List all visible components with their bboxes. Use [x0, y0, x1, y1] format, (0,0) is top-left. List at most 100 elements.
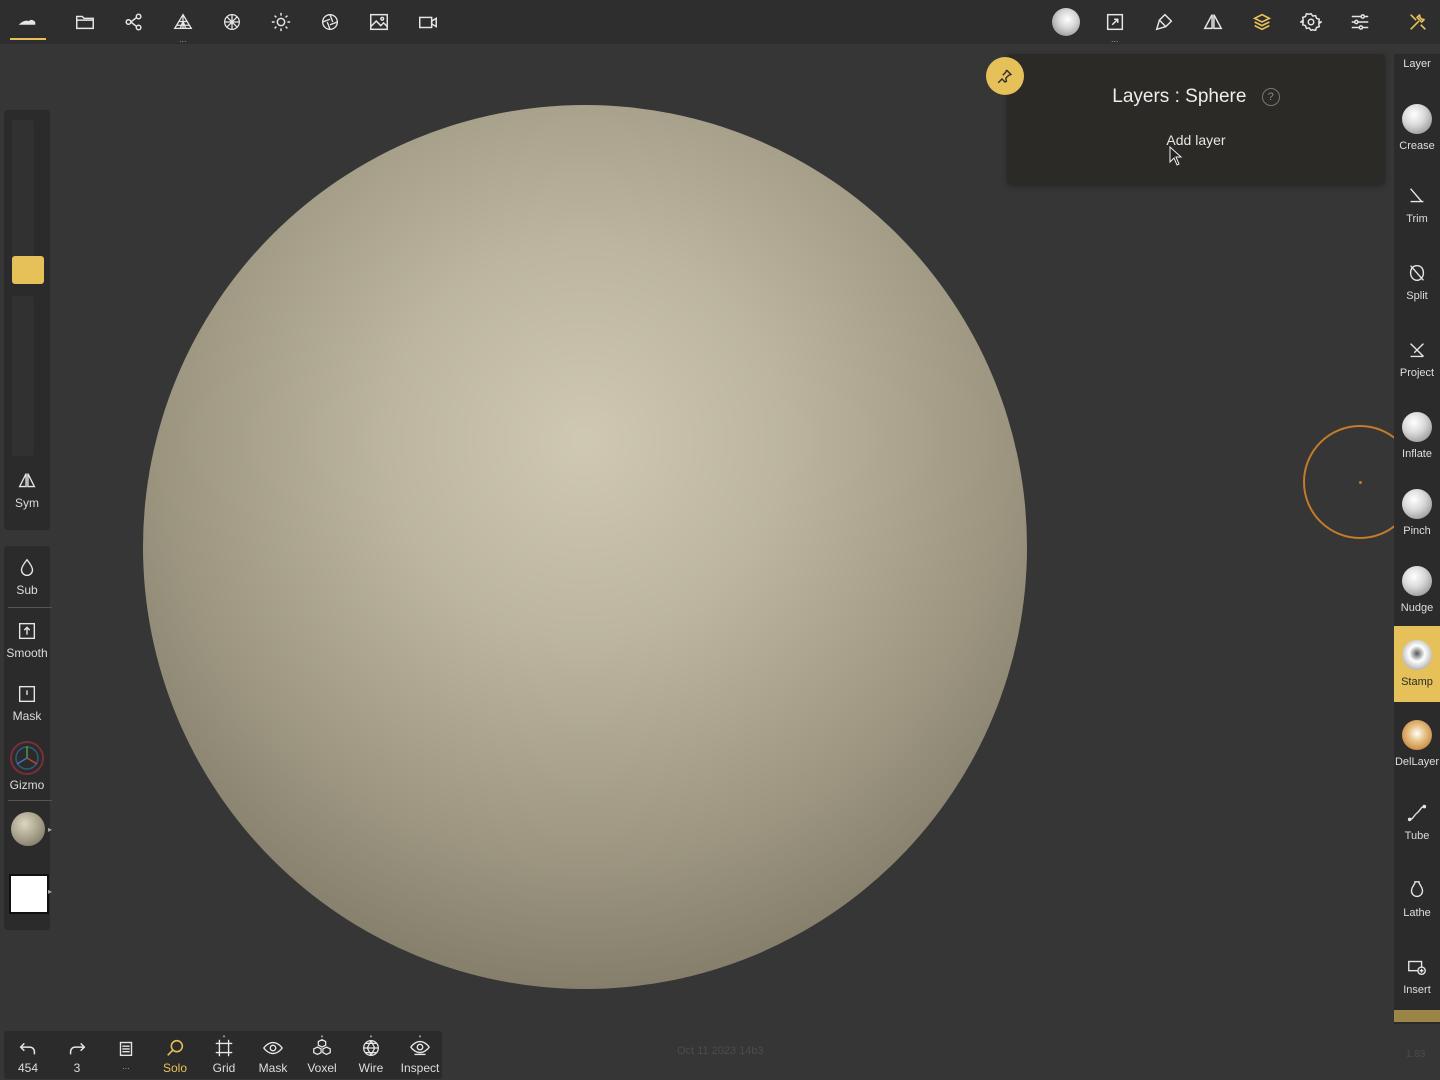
top-toolbar: ... ...	[0, 0, 1440, 44]
insert-icon	[1408, 960, 1426, 976]
history-button[interactable]: ...	[103, 1037, 149, 1071]
voxel-label: Voxel	[307, 1061, 337, 1075]
tool-split[interactable]: Split	[1394, 244, 1440, 320]
tool-pinch[interactable]: Pinch	[1394, 475, 1440, 551]
material-expand-icon[interactable]: ▸	[48, 825, 52, 834]
settings-icon[interactable]	[1297, 8, 1325, 36]
layers-title-text: Layers : Sphere	[1112, 86, 1247, 107]
mask-icon	[18, 685, 36, 703]
help-icon[interactable]: ?	[1261, 87, 1280, 106]
redo-button[interactable]: 3	[54, 1037, 100, 1075]
symmetry-icon	[18, 473, 36, 488]
divider	[8, 800, 52, 801]
scene-graph-icon[interactable]	[120, 8, 148, 36]
tool-label: Inflate	[1402, 448, 1432, 460]
tool-dellayer[interactable]: DelLayer	[1394, 706, 1440, 782]
gizmo-label: Gizmo	[9, 778, 45, 792]
folder-icon[interactable]	[71, 8, 99, 36]
history-more: ...	[122, 1061, 130, 1071]
smooth-icon	[18, 622, 36, 640]
undo-count: 454	[17, 1061, 39, 1075]
lathe-icon	[1410, 881, 1424, 898]
camera-icon[interactable]	[414, 8, 442, 36]
slider-thumb[interactable]	[12, 256, 44, 284]
sculpt-sphere-mesh[interactable]	[143, 105, 1027, 989]
tool-label: DelLayer	[1394, 756, 1440, 768]
tool-label: Split	[1406, 290, 1428, 302]
tool-insert[interactable]: Insert	[1394, 938, 1440, 1014]
mask-toggle-button[interactable]: Mask	[250, 1037, 296, 1075]
background-image-icon[interactable]	[365, 8, 393, 36]
tool-label: Stamp	[1401, 676, 1433, 688]
mask-button[interactable]: Mask	[4, 683, 50, 723]
render-shading-icon[interactable]	[316, 8, 344, 36]
mask-toggle-label: Mask	[258, 1061, 288, 1075]
material-swatch[interactable]	[11, 812, 45, 846]
tool-crease[interactable]: Crease	[1394, 90, 1440, 166]
dellayer-icon	[1402, 720, 1432, 750]
tool-label: Tube	[1404, 830, 1430, 842]
voxel-options-dot: •	[320, 1032, 324, 1041]
tool-label: Project	[1399, 367, 1435, 379]
split-icon	[1409, 264, 1425, 282]
inspect-options-dot: •	[418, 1032, 422, 1041]
sub-button[interactable]: Sub	[4, 557, 50, 597]
smooth-button[interactable]: Smooth	[4, 620, 50, 660]
paint-brush-icon[interactable]	[1150, 8, 1178, 36]
transform-icon[interactable]: ...	[1101, 8, 1129, 44]
topology-icon[interactable]: ...	[169, 8, 197, 44]
inspect-button[interactable]: • Inspect	[397, 1032, 443, 1075]
active-tab-indicator	[10, 38, 46, 40]
crease-icon	[1402, 104, 1432, 134]
trim-icon	[1410, 188, 1424, 203]
gizmo-icon	[10, 741, 44, 775]
add-layer-button[interactable]: Add layer	[1147, 132, 1245, 148]
sym-button[interactable]: Sym	[4, 470, 50, 510]
eye-icon	[263, 1041, 283, 1055]
tool-stamp[interactable]: Stamp	[1394, 626, 1440, 702]
wire-button[interactable]: • Wire	[348, 1032, 394, 1075]
history-icon	[119, 1041, 133, 1057]
drop-icon	[20, 558, 34, 576]
gizmo-button[interactable]: Gizmo	[4, 740, 50, 792]
layers-title: Layers : Sphere ?	[1007, 86, 1385, 108]
search-icon	[167, 1039, 184, 1056]
voxel-button[interactable]: • Voxel	[299, 1032, 345, 1075]
radius-slider-track[interactable]	[12, 120, 34, 260]
symmetry-icon[interactable]	[1199, 8, 1227, 36]
tool-trim[interactable]: Trim	[1394, 167, 1440, 243]
layers-panel: Layers : Sphere ? Add layer	[1007, 54, 1385, 184]
tools-icon[interactable]	[1404, 8, 1432, 36]
build-timestamp: Oct 11 2023 14b3	[677, 1045, 764, 1057]
material-sphere-icon[interactable]	[218, 8, 246, 36]
light-icon[interactable]	[267, 8, 295, 36]
grid-button[interactable]: • Grid	[201, 1032, 247, 1075]
layers-icon[interactable]	[1248, 8, 1276, 36]
version-label: 1.83	[1406, 1049, 1426, 1060]
divider	[8, 607, 52, 608]
tool-tube[interactable]: Tube	[1394, 784, 1440, 860]
color-swatch[interactable]	[9, 874, 49, 914]
brush-center-dot	[1359, 481, 1362, 484]
solo-button[interactable]: Solo	[152, 1037, 198, 1075]
nomad-logo-icon[interactable]	[13, 8, 41, 36]
pin-button[interactable]	[986, 57, 1024, 95]
tool-nudge[interactable]: Nudge	[1394, 552, 1440, 628]
redo-count: 3	[73, 1061, 81, 1075]
wire-label: Wire	[358, 1061, 384, 1075]
tool-inflate[interactable]: Inflate	[1394, 398, 1440, 474]
wire-options-dot: •	[369, 1032, 373, 1041]
tool-lathe[interactable]: Lathe	[1394, 861, 1440, 937]
undo-button[interactable]: 454	[5, 1037, 51, 1075]
inflate-icon	[1402, 412, 1432, 442]
project-icon	[1410, 343, 1424, 358]
tool-label: Insert	[1403, 984, 1431, 996]
stamp-alpha-icon[interactable]	[1052, 8, 1080, 36]
color-expand-icon[interactable]: ▸	[48, 887, 52, 896]
tube-icon	[1407, 804, 1427, 822]
undo-icon	[19, 1042, 36, 1055]
inspect-label: Inspect	[400, 1061, 440, 1075]
intensity-slider-track[interactable]	[12, 296, 34, 456]
tool-project[interactable]: Project	[1394, 321, 1440, 397]
tool-options-icon[interactable]	[1346, 8, 1374, 36]
